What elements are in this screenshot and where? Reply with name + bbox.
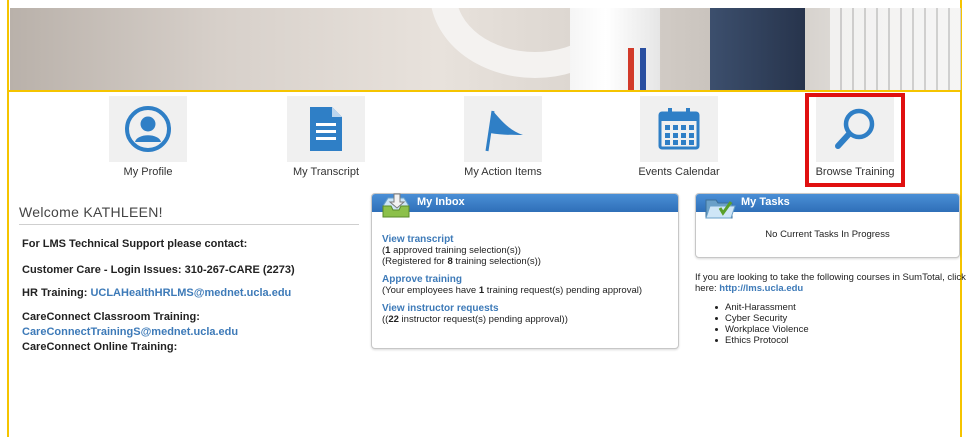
list-item: Anit-Harassment	[713, 302, 809, 313]
classroom-training-email-link[interactable]: CareConnectTrainingS@mednet.ucla.edu	[22, 326, 238, 338]
pending-approval-text: (Your employees have 1 training request(…	[382, 285, 643, 296]
list-item: Ethics Protocol	[713, 335, 809, 346]
view-instructor-requests-link[interactable]: View instructor requests	[382, 303, 499, 314]
nav-my-profile[interactable]: My Profile	[100, 96, 196, 186]
hr-training-label: HR Training:	[22, 287, 91, 299]
nav-events-calendar[interactable]: Events Calendar	[628, 96, 730, 186]
inbox-title: My Inbox	[417, 196, 465, 208]
approved-selections-text: (1 approved training selection(s))	[382, 245, 521, 256]
welcome-title: Welcome KATHLEEN!	[19, 204, 163, 220]
approve-training-link[interactable]: Approve training	[382, 274, 462, 285]
tasks-title: My Tasks	[741, 196, 790, 208]
nav-my-transcript[interactable]: My Transcript	[278, 96, 374, 186]
online-training-label: CareConnect Online Training:	[22, 341, 178, 353]
nav-my-action-items[interactable]: My Action Items	[450, 96, 556, 186]
welcome-divider	[19, 224, 359, 225]
support-text: For LMS Technical Support please contact…	[22, 238, 248, 250]
browse-training-highlight	[805, 93, 905, 187]
view-transcript-link[interactable]: View transcript	[382, 234, 454, 245]
tasks-panel: My Tasks No Current Tasks In Progress	[695, 193, 960, 258]
calendar-icon	[640, 96, 718, 162]
folder-icon	[704, 192, 736, 225]
no-tasks-text: No Current Tasks In Progress	[765, 229, 890, 240]
profile-icon	[109, 96, 187, 162]
list-item: Cyber Security	[713, 313, 809, 324]
nav-events-calendar-label: Events Calendar	[638, 166, 720, 178]
nav-my-profile-label: My Profile	[123, 166, 173, 178]
registered-selections-text: (Registered for 8 training selection(s))	[382, 256, 541, 267]
hero-banner	[10, 8, 961, 90]
customer-care-text: Customer Care - Login Issues: 310-267-CA…	[22, 264, 295, 276]
hr-training-email-link[interactable]: UCLAHealthHRLMS@mednet.ucla.edu	[90, 287, 291, 299]
document-icon	[287, 96, 365, 162]
course-list: Anit-Harassment Cyber Security Workplace…	[713, 302, 809, 346]
classroom-training-label: CareConnect Classroom Training:	[22, 311, 200, 323]
tasks-panel-header: My Tasks	[696, 194, 959, 219]
inbox-panel: My Inbox View transcript (1 approved tra…	[371, 193, 679, 349]
courses-intro-text: If you are looking to take the following…	[695, 272, 966, 283]
courses-url-line: here: http://lms.ucla.edu	[695, 283, 803, 294]
instructor-requests-text: ((22 instructor request(s) pending appro…	[382, 314, 568, 325]
hr-training-line: HR Training: UCLAHealthHRLMS@mednet.ucla…	[22, 287, 291, 299]
flag-icon	[464, 96, 542, 162]
inbox-panel-header: My Inbox	[372, 193, 678, 218]
nav-my-transcript-label: My Transcript	[292, 166, 359, 178]
here-label: here:	[695, 283, 720, 294]
nav-my-action-items-label: My Action Items	[464, 166, 542, 178]
lms-url-link[interactable]: http://lms.ucla.edu	[719, 283, 803, 294]
list-item: Workplace Violence	[713, 324, 809, 335]
inbox-tray-icon	[380, 192, 412, 225]
